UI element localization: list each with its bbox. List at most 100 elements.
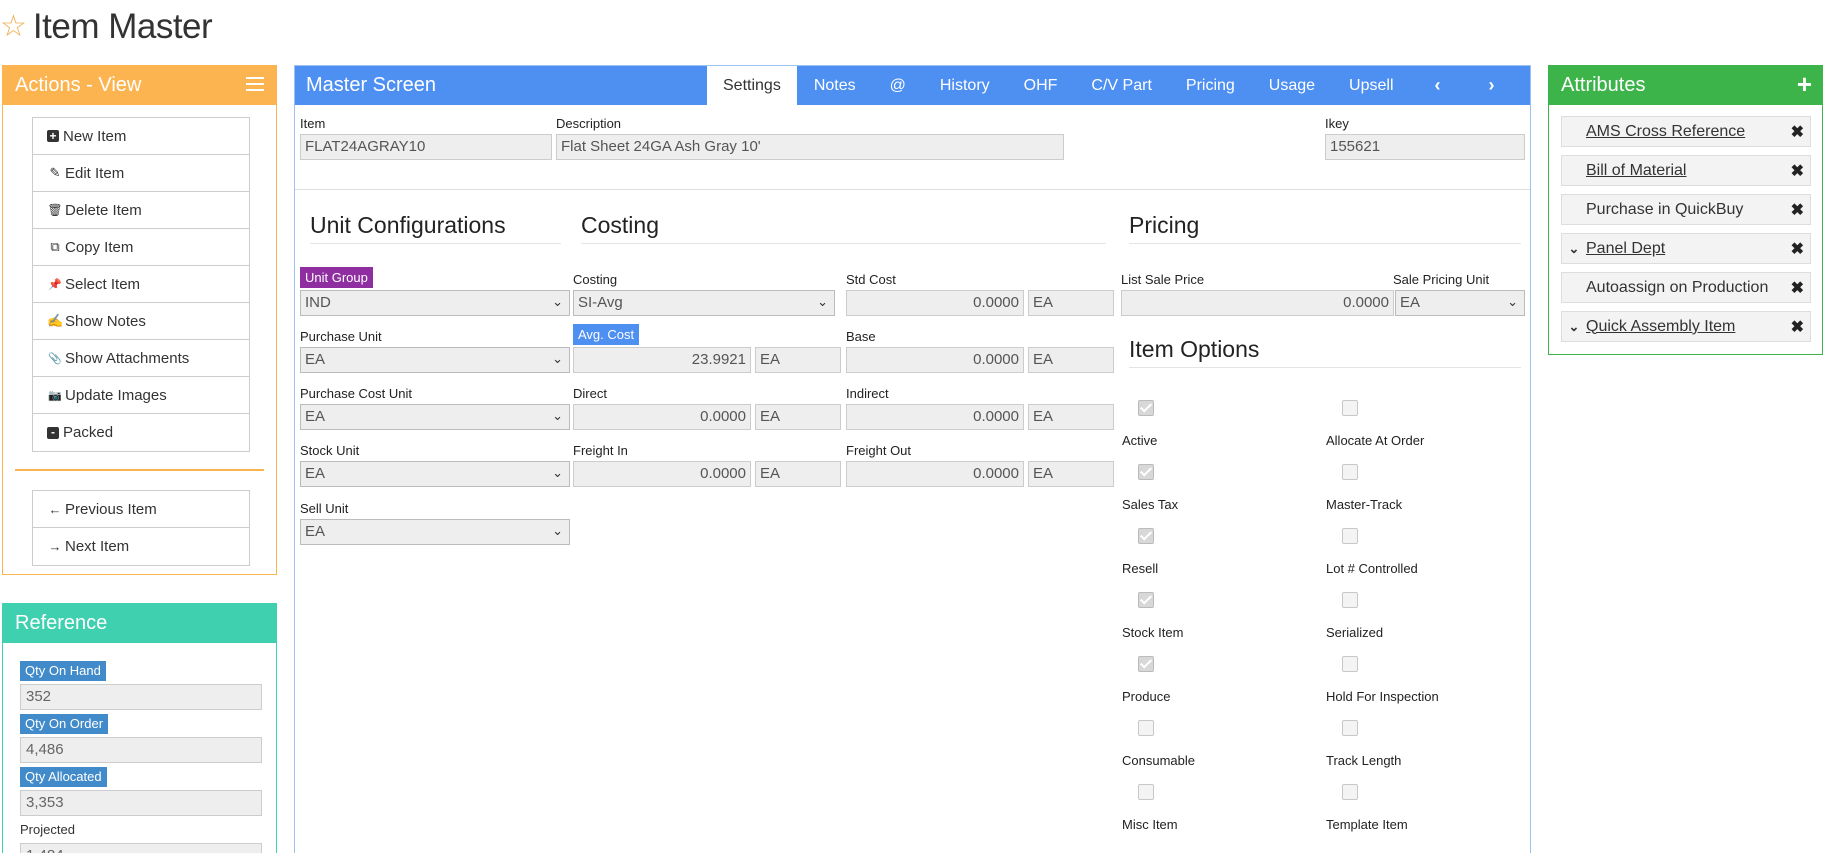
lot-controlled-checkbox[interactable] — [1342, 528, 1358, 544]
avg-cost-unit-field[interactable]: EA — [755, 347, 841, 373]
attribute-item[interactable]: Bill of Material ✖ — [1561, 155, 1811, 186]
std-cost-unit-field[interactable]: EA — [1028, 290, 1114, 316]
attribute-item[interactable]: AMS Cross Reference ✖ — [1561, 116, 1811, 147]
chevron-down-icon[interactable]: ⌄ — [1562, 241, 1586, 257]
ikey-label: Ikey — [1325, 116, 1349, 131]
active-checkbox[interactable] — [1138, 400, 1154, 416]
copy-item-button[interactable]: ⧉ Copy Item — [33, 229, 249, 266]
base-unit-field[interactable]: EA — [1028, 347, 1114, 373]
chevron-down-icon: ⌄ — [552, 294, 563, 309]
freight-out-field[interactable]: 0.0000 — [846, 461, 1024, 487]
add-attribute-icon[interactable]: + — [1797, 69, 1812, 100]
remove-attribute-icon[interactable]: ✖ — [1791, 278, 1804, 298]
tab-history[interactable]: History — [923, 66, 1007, 105]
remove-attribute-icon[interactable]: ✖ — [1791, 122, 1804, 142]
allocate-at-order-label: Allocate At Order — [1326, 433, 1425, 448]
qty-allocated-field[interactable]: 3,353 — [20, 790, 262, 816]
tab-scroll-left-icon[interactable]: ‹ — [1411, 66, 1465, 105]
stock-unit-select[interactable]: EA ⌄ — [300, 461, 570, 487]
freight-in-unit-field[interactable]: EA — [755, 461, 841, 487]
indirect-field[interactable]: 0.0000 — [846, 404, 1024, 430]
attribute-item[interactable]: ⌄ Panel Dept ✖ — [1561, 233, 1811, 264]
freight-out-unit-field[interactable]: EA — [1028, 461, 1114, 487]
qty-on-hand-field[interactable]: 352 — [20, 684, 262, 710]
base-field[interactable]: 0.0000 — [846, 347, 1024, 373]
tab-notes[interactable]: Notes — [797, 66, 873, 105]
serialized-checkbox[interactable] — [1342, 592, 1358, 608]
std-cost-field[interactable]: 0.0000 — [846, 290, 1024, 316]
produce-checkbox[interactable] — [1138, 656, 1154, 672]
ikey-field[interactable]: 155621 — [1325, 134, 1525, 160]
previous-item-button[interactable]: ← Previous Item — [33, 491, 249, 528]
stock-item-label: Stock Item — [1122, 625, 1184, 640]
hamburger-menu-icon[interactable] — [246, 77, 264, 95]
projected-field[interactable]: 1,484 — [20, 843, 262, 853]
active-label: Active — [1122, 433, 1158, 448]
tab-cv-part[interactable]: C/V Part — [1074, 66, 1168, 105]
master-track-checkbox[interactable] — [1342, 464, 1358, 480]
indirect-unit-field[interactable]: EA — [1028, 404, 1114, 430]
description-field[interactable]: Flat Sheet 24GA Ash Gray 10' — [556, 134, 1064, 160]
track-length-checkbox[interactable] — [1342, 720, 1358, 736]
remove-attribute-icon[interactable]: ✖ — [1791, 161, 1804, 181]
tab-scroll-right-icon[interactable]: › — [1465, 66, 1519, 105]
show-attachments-button[interactable]: 📎 Show Attachments — [33, 340, 249, 377]
resell-checkbox[interactable] — [1138, 528, 1154, 544]
allocate-at-order-checkbox[interactable] — [1342, 400, 1358, 416]
next-item-button[interactable]: → Next Item — [33, 528, 249, 565]
tab-ohf[interactable]: OHF — [1007, 66, 1075, 105]
attribute-item[interactable]: Autoassign on Production ✖ — [1561, 272, 1811, 303]
attribute-item[interactable]: Purchase in QuickBuy ✖ — [1561, 194, 1811, 225]
select-item-button[interactable]: 📌 Select Item — [33, 266, 249, 303]
avg-cost-label: Avg. Cost — [573, 324, 640, 345]
hold-for-inspection-checkbox[interactable] — [1342, 656, 1358, 672]
tab-pricing[interactable]: Pricing — [1169, 66, 1252, 105]
purchase-unit-select[interactable]: EA ⌄ — [300, 347, 570, 373]
list-sale-price-field[interactable]: 0.0000 — [1121, 290, 1394, 316]
costing-select[interactable]: SI-Avg ⌄ — [573, 290, 835, 316]
item-field[interactable]: FLAT24AGRAY10 — [300, 134, 552, 160]
purchase-cost-unit-select[interactable]: EA ⌄ — [300, 404, 570, 430]
indirect-label: Indirect — [846, 386, 889, 401]
tab-mentions[interactable]: @ — [873, 66, 923, 105]
consumable-checkbox[interactable] — [1138, 720, 1154, 736]
tab-upsell[interactable]: Upsell — [1332, 66, 1410, 105]
arrow-left-icon: ← — [48, 501, 62, 517]
freight-in-field[interactable]: 0.0000 — [573, 461, 751, 487]
track-length-label: Track Length — [1326, 753, 1402, 768]
favorite-star-icon[interactable]: ☆ — [0, 12, 27, 42]
qty-on-order-label: Qty On Order — [20, 714, 109, 734]
template-item-checkbox[interactable] — [1342, 784, 1358, 800]
remove-attribute-icon[interactable]: ✖ — [1791, 200, 1804, 220]
remove-attribute-icon[interactable]: ✖ — [1791, 239, 1804, 259]
description-label: Description — [556, 116, 622, 131]
delete-item-button[interactable]: 🗑 Delete Item — [33, 192, 249, 229]
misc-item-label: Misc Item — [1122, 817, 1178, 832]
update-images-button[interactable]: 📷 Update Images — [33, 377, 249, 414]
tab-usage[interactable]: Usage — [1252, 66, 1332, 105]
tab-settings[interactable]: Settings — [707, 66, 797, 105]
item-options-underline — [1129, 367, 1521, 368]
stock-item-checkbox[interactable] — [1138, 592, 1154, 608]
attribute-item[interactable]: ⌄ Quick Assembly Item ✖ — [1561, 311, 1811, 342]
sales-tax-checkbox[interactable] — [1138, 464, 1154, 480]
packed-button[interactable]: - Packed — [33, 414, 249, 451]
misc-item-checkbox[interactable] — [1138, 784, 1154, 800]
costing-title: Costing — [581, 212, 659, 238]
sales-tax-label: Sales Tax — [1122, 497, 1179, 512]
sell-unit-select[interactable]: EA ⌄ — [300, 519, 570, 545]
remove-attribute-icon[interactable]: ✖ — [1791, 317, 1804, 337]
edit-item-button[interactable]: ✎ Edit Item — [33, 155, 249, 192]
direct-unit-field[interactable]: EA — [755, 404, 841, 430]
direct-field[interactable]: 0.0000 — [573, 404, 751, 430]
unit-group-select[interactable]: IND ⌄ — [300, 290, 570, 316]
freight-in-label: Freight In — [573, 443, 628, 458]
sell-unit-label: Sell Unit — [300, 501, 349, 516]
qty-on-order-field[interactable]: 4,486 — [20, 737, 262, 763]
avg-cost-field[interactable]: 23.9921 — [573, 347, 751, 373]
new-item-button[interactable]: + New Item — [33, 118, 249, 155]
show-notes-button[interactable]: ✍ Show Notes — [33, 303, 249, 340]
chevron-down-icon[interactable]: ⌄ — [1562, 319, 1586, 335]
master-screen-title: Master Screen — [306, 74, 437, 96]
sale-pricing-unit-select[interactable]: EA ⌄ — [1395, 290, 1525, 316]
